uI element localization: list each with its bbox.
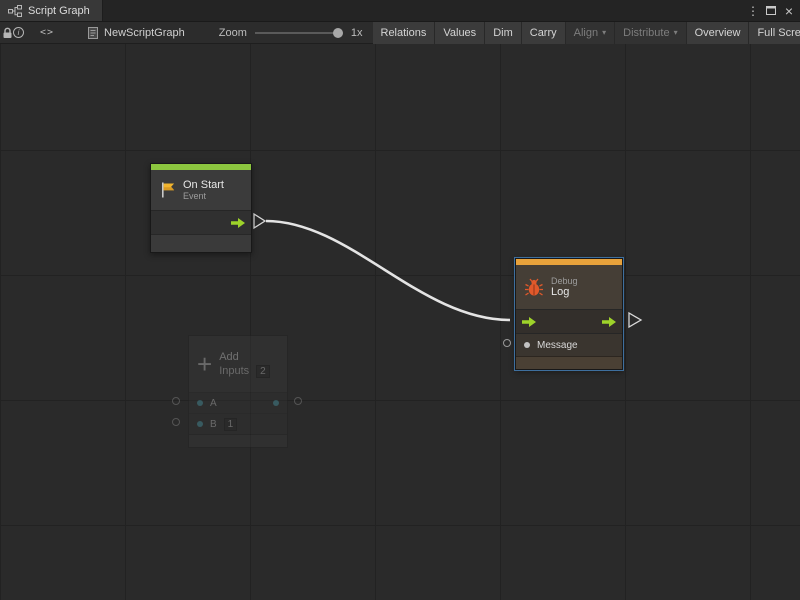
- toolbar-button-values[interactable]: Values: [435, 22, 485, 44]
- port-hint-circle: [172, 418, 180, 426]
- sum-output-port[interactable]: [273, 400, 279, 406]
- port-hint-circle: [503, 339, 511, 347]
- close-button[interactable]: ×: [780, 0, 798, 22]
- port-label-a: A: [210, 398, 217, 409]
- inputs-count-field[interactable]: 2: [256, 365, 270, 378]
- zoom-label: Zoom: [219, 27, 247, 39]
- node-subtitle: Event: [183, 191, 224, 201]
- bug-icon: [524, 276, 544, 298]
- info-button[interactable]: i: [13, 22, 24, 44]
- value-field-b[interactable]: 1: [224, 418, 238, 431]
- toolbar-button-carry[interactable]: Carry: [522, 22, 566, 44]
- message-input-port[interactable]: [524, 342, 530, 348]
- toolbar-button-overview[interactable]: Overview: [687, 22, 750, 44]
- message-input-row: Message: [516, 333, 622, 356]
- node-title: Log: [551, 286, 578, 298]
- window-titlebar: Script Graph ⋮ ×: [0, 0, 800, 22]
- node-header: Debug Log: [516, 265, 622, 309]
- flag-icon: [159, 181, 176, 199]
- flow-direction-arrow: [629, 313, 641, 327]
- zoom-slider-knob[interactable]: [333, 28, 343, 38]
- toolbar-button-fullscreen[interactable]: Full Screen: [749, 22, 800, 44]
- node-debug-log[interactable]: Debug Log Message: [515, 258, 623, 370]
- toolbar-button-distribute[interactable]: Distribute ▾: [615, 22, 686, 44]
- info-icon: i: [13, 27, 24, 38]
- control-input-port[interactable]: [522, 317, 536, 327]
- maximize-icon: [766, 6, 776, 15]
- port-hint-circle: [172, 397, 180, 405]
- port-hint-circle: [294, 397, 302, 405]
- toolbar-button-dim[interactable]: Dim: [485, 22, 522, 44]
- node-footer: [151, 234, 251, 252]
- control-ports-row: [151, 210, 251, 234]
- kebab-menu-button[interactable]: ⋮: [744, 0, 762, 22]
- lock-button[interactable]: [2, 22, 13, 44]
- code-icon: <>: [40, 27, 54, 38]
- node-title: On Start: [183, 179, 224, 191]
- zoom-slider[interactable]: [255, 26, 343, 40]
- chevron-down-icon: ▾: [674, 28, 678, 37]
- toolbar-buttons: Relations Values Dim Carry Align ▾ Distr…: [373, 22, 800, 44]
- graph-breadcrumb[interactable]: NewScriptGraph: [88, 27, 185, 39]
- graph-toolbar: i <> NewScriptGraph Zoom 1x Relations Va…: [0, 22, 800, 44]
- node-footer: [516, 356, 622, 369]
- lock-icon: [2, 27, 13, 39]
- toolbar-button-align[interactable]: Align ▾: [566, 22, 615, 44]
- control-output-port[interactable]: [602, 317, 616, 327]
- zoom-control: Zoom 1x: [219, 26, 363, 40]
- maximize-button[interactable]: [762, 0, 780, 22]
- port-label-b: B: [210, 419, 217, 430]
- input-row-b: B 1: [189, 413, 287, 434]
- code-view-button[interactable]: <>: [40, 22, 54, 44]
- connection-layer: [0, 44, 800, 600]
- node-add-dimmed[interactable]: + Add Inputs 2 A B 1: [170, 335, 310, 455]
- inputs-label: Inputs: [219, 365, 249, 377]
- graph-tab-icon: [8, 5, 22, 17]
- wire-onstart-to-log: [266, 221, 510, 320]
- input-port-a[interactable]: [197, 400, 203, 406]
- tab-title: Script Graph: [28, 5, 90, 17]
- input-row-a: A: [189, 392, 287, 413]
- toolbar-button-relations[interactable]: Relations: [373, 22, 436, 44]
- node-title: Add: [219, 351, 270, 363]
- node-add[interactable]: + Add Inputs 2 A B 1: [188, 335, 288, 448]
- script-icon: [88, 27, 98, 39]
- node-category: Debug: [551, 276, 578, 286]
- tab-script-graph[interactable]: Script Graph: [0, 0, 103, 21]
- window-controls: ⋮ ×: [744, 0, 800, 21]
- plus-icon: +: [197, 351, 212, 377]
- chevron-down-icon: ▾: [602, 28, 606, 37]
- node-on-start-event[interactable]: On Start Event: [150, 163, 252, 253]
- node-header: On Start Event: [151, 170, 251, 210]
- zoom-value: 1x: [351, 27, 363, 39]
- message-port-label: Message: [537, 340, 578, 351]
- input-port-b[interactable]: [197, 421, 203, 427]
- flow-direction-arrow: [254, 214, 265, 228]
- node-header: + Add Inputs 2: [189, 336, 287, 392]
- control-ports-row: [516, 309, 622, 333]
- zoom-slider-track: [255, 32, 343, 34]
- graph-name: NewScriptGraph: [104, 27, 185, 39]
- node-footer: [189, 434, 287, 447]
- control-output-port[interactable]: [231, 218, 245, 228]
- graph-canvas[interactable]: On Start Event: [0, 44, 800, 600]
